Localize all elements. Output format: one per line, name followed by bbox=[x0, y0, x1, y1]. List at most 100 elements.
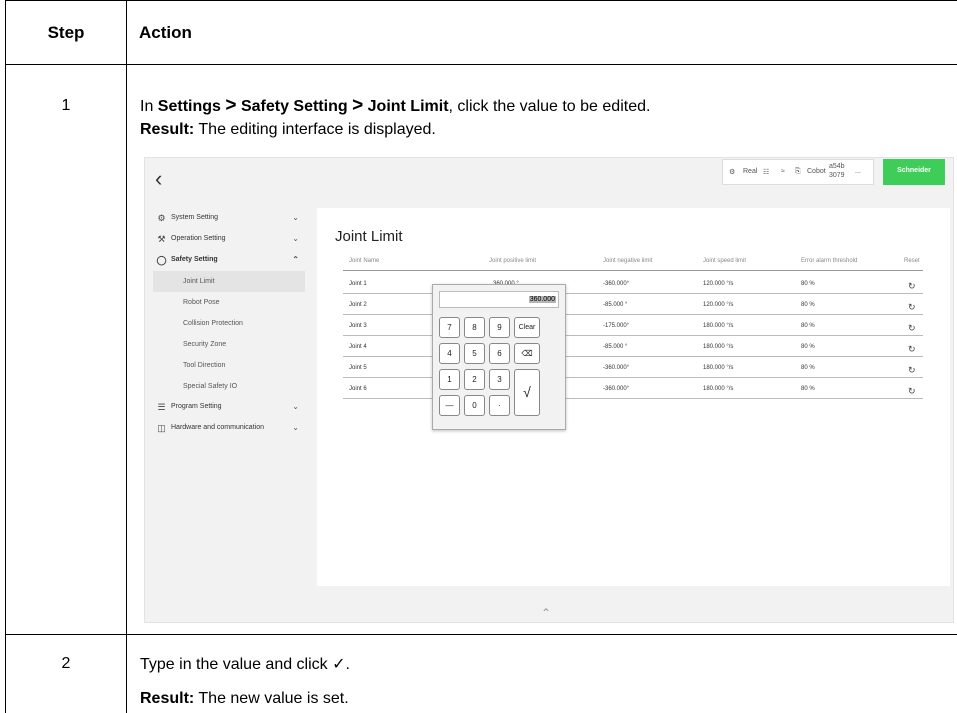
key-minus[interactable]: — bbox=[439, 395, 460, 416]
gear-icon: ⚙ bbox=[157, 213, 166, 223]
negative-limit-value[interactable]: -360.000° bbox=[603, 386, 629, 392]
speed-limit-value[interactable]: 120.000 °/s bbox=[703, 281, 733, 287]
alarm-threshold-value[interactable]: 80 % bbox=[801, 281, 815, 287]
panel-title: Joint Limit bbox=[335, 228, 403, 245]
brand-logo: Schneider bbox=[883, 159, 945, 185]
confirm-check-icon[interactable]: √ bbox=[514, 369, 540, 416]
step-number-2: 2 bbox=[61, 655, 71, 672]
backspace-icon[interactable]: ⌫ bbox=[514, 343, 540, 364]
numeric-keypad: 360.000 7 8 9 Clear 4 5 6 ⌫ 1 2 3 √ — 0 … bbox=[432, 284, 566, 430]
table-row: Joint 5 -360.000° 180.000 °/s 80 % ↻ bbox=[343, 357, 923, 378]
row-divider bbox=[6, 634, 957, 635]
table-row: Joint 3 -175.000° 180.000 °/s 80 % ↻ bbox=[343, 315, 923, 336]
reset-icon[interactable]: ↻ bbox=[908, 281, 916, 292]
table-row: Joint 4 -85.000 ° 180.000 °/s 80 % ↻ bbox=[343, 336, 923, 357]
key-1[interactable]: 1 bbox=[439, 369, 460, 390]
key-4[interactable]: 4 bbox=[439, 343, 460, 364]
column-header: Joint Name bbox=[349, 258, 380, 264]
alarm-threshold-value[interactable]: 80 % bbox=[801, 302, 815, 308]
column-header: Joint positive limit bbox=[489, 258, 537, 264]
robot-arm-icon: ⚙ bbox=[729, 169, 736, 176]
reset-icon[interactable]: ↻ bbox=[908, 323, 916, 334]
key-7[interactable]: 7 bbox=[439, 317, 460, 338]
table-row: Joint 1 360.000 ° -360.000° 120.000 °/s … bbox=[343, 273, 923, 294]
clipboard-icon[interactable]: ☷ bbox=[763, 168, 769, 176]
sidebar-item-operation[interactable]: ⚒ Operation Setting ⌄ bbox=[153, 229, 305, 250]
step1-result: Result: The editing interface is display… bbox=[140, 121, 436, 138]
negative-limit-value[interactable]: -360.000° bbox=[603, 365, 629, 371]
column-divider bbox=[126, 1, 127, 713]
more-icon[interactable]: ... bbox=[855, 168, 861, 175]
chevron-down-icon: ⌄ bbox=[292, 213, 299, 222]
header-action: Action bbox=[139, 23, 192, 42]
header-step: Step bbox=[47, 23, 85, 42]
speed-limit-value[interactable]: 180.000 °/s bbox=[703, 323, 733, 329]
wifi-icon: ≈ bbox=[781, 168, 785, 175]
sidebar-subitem-tool-direction[interactable]: Tool Direction bbox=[153, 355, 305, 376]
sidebar-subitem-collision[interactable]: Collision Protection bbox=[153, 313, 305, 334]
key-9[interactable]: 9 bbox=[489, 317, 510, 338]
back-icon[interactable]: ‹ bbox=[155, 166, 162, 192]
wrench-icon: ⚒ bbox=[157, 234, 166, 244]
column-header: Error alarm threshold bbox=[801, 258, 858, 264]
step1-instruction: In Settings > Safety Setting > Joint Lim… bbox=[140, 95, 651, 116]
reset-icon[interactable]: ↻ bbox=[908, 386, 916, 397]
cobot-id-bottom: 3079 bbox=[829, 172, 845, 179]
network-icon: ◫ bbox=[157, 423, 166, 433]
sidebar-subitem-security-zone[interactable]: Security Zone bbox=[153, 334, 305, 355]
sidebar-item-program[interactable]: ☰ Program Setting ⌄ bbox=[153, 397, 305, 418]
sidebar-subitem-special-io[interactable]: Special Safety IO bbox=[153, 376, 305, 397]
key-5[interactable]: 5 bbox=[464, 343, 485, 364]
key-0[interactable]: 0 bbox=[464, 395, 485, 416]
table-row: Joint 6 -360.000° 180.000 °/s 80 % ↻ bbox=[343, 378, 923, 399]
cobot-icon: ⎘ bbox=[795, 168, 801, 175]
speed-limit-value[interactable]: 180.000 °/s bbox=[703, 344, 733, 350]
shield-icon: ◯ bbox=[156, 255, 167, 265]
app-screenshot: ‹ ⚙ Real ☷ ≈ ⎘ Cobot a54b 3079 ... Schne… bbox=[144, 157, 954, 623]
speed-limit-value[interactable]: 120.000 °/s bbox=[703, 302, 733, 308]
sidebar-item-system[interactable]: ⚙ System Setting ⌄ bbox=[153, 208, 305, 229]
table-header-divider bbox=[343, 270, 923, 271]
key-2[interactable]: 2 bbox=[464, 369, 485, 390]
reset-icon[interactable]: ↻ bbox=[908, 344, 916, 355]
speed-limit-value[interactable]: 180.000 °/s bbox=[703, 386, 733, 392]
key-8[interactable]: 8 bbox=[464, 317, 485, 338]
status-bar: ⚙ Real ☷ ≈ ⎘ Cobot a54b 3079 ... bbox=[722, 159, 874, 185]
negative-limit-value[interactable]: -85.000 ° bbox=[603, 344, 627, 350]
joint-limit-panel: Joint Limit Joint Name Joint positive li… bbox=[317, 208, 950, 586]
cobot-id-top: a54b bbox=[829, 163, 845, 170]
cobot-label: Cobot bbox=[807, 168, 826, 175]
chevron-up-icon[interactable]: ⌃ bbox=[541, 606, 551, 620]
chevron-down-icon: ⌄ bbox=[292, 234, 299, 243]
alarm-threshold-value[interactable]: 80 % bbox=[801, 365, 815, 371]
sidebar-item-safety[interactable]: ◯ Safety Setting ⌃ bbox=[153, 250, 305, 271]
key-decimal[interactable]: · bbox=[489, 395, 510, 416]
sliders-icon: ☰ bbox=[157, 402, 166, 412]
alarm-threshold-value[interactable]: 80 % bbox=[801, 323, 815, 329]
alarm-threshold-value[interactable]: 80 % bbox=[801, 344, 815, 350]
clear-button[interactable]: Clear bbox=[514, 317, 540, 338]
chevron-up-icon: ⌃ bbox=[292, 255, 299, 264]
negative-limit-value[interactable]: -85.000 ° bbox=[603, 302, 627, 308]
sidebar-item-hardware[interactable]: ◫ Hardware and communication ⌄ bbox=[153, 418, 305, 439]
chevron-down-icon: ⌄ bbox=[292, 423, 299, 432]
speed-limit-value[interactable]: 180.000 °/s bbox=[703, 365, 733, 371]
negative-limit-value[interactable]: -360.000° bbox=[603, 281, 629, 287]
column-header: Joint speed limit bbox=[703, 258, 747, 264]
alarm-threshold-value[interactable]: 80 % bbox=[801, 386, 815, 392]
column-header: Reset bbox=[904, 258, 920, 264]
table-row: Joint 2 -85.000 ° 120.000 °/s 80 % ↻ bbox=[343, 294, 923, 315]
sidebar-subitem-robot-pose[interactable]: Robot Pose bbox=[153, 292, 305, 313]
keypad-display[interactable]: 360.000 bbox=[439, 291, 559, 308]
step-number-1: 1 bbox=[61, 97, 71, 114]
table-header-row: Step Action bbox=[6, 1, 957, 65]
mode-real[interactable]: Real bbox=[743, 168, 757, 175]
procedure-table: Step Action 1 In Settings > Safety Setti… bbox=[5, 0, 957, 713]
key-6[interactable]: 6 bbox=[489, 343, 510, 364]
negative-limit-value[interactable]: -175.000° bbox=[603, 323, 629, 329]
sidebar-subitem-joint-limit[interactable]: Joint Limit bbox=[153, 271, 305, 292]
key-3[interactable]: 3 bbox=[489, 369, 510, 390]
reset-icon[interactable]: ↻ bbox=[908, 302, 916, 313]
reset-icon[interactable]: ↻ bbox=[908, 365, 916, 376]
column-header: Joint negative limit bbox=[603, 258, 653, 264]
